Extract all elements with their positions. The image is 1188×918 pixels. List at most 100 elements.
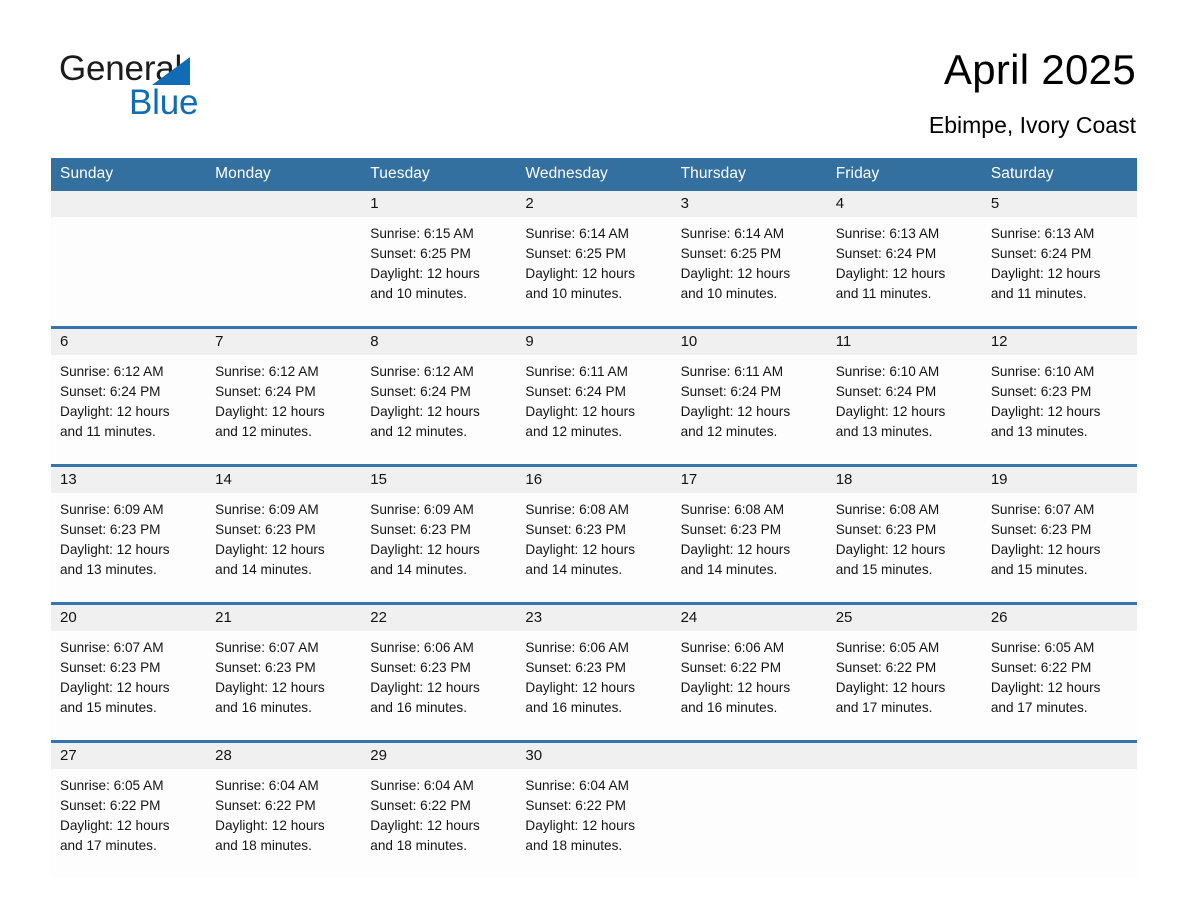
day-number-band: 18 xyxy=(826,467,982,493)
calendar-day-cell[interactable]: 5 Sunrise: 6:13 AM Sunset: 6:24 PM Daylight… xyxy=(981,191,1137,328)
calendar-week-row: 27 Sunrise: 6:05 AM Sunset: 6:22 PM Dayligh… xyxy=(51,741,1137,878)
calendar-day-cell[interactable]: 10 Sunrise: 6:11 AM Sunset: 6:24 PM Dayligh… xyxy=(671,327,827,466)
day-number-band: 28 xyxy=(206,743,362,769)
sunrise-text: Sunrise: 6:04 AM xyxy=(525,778,629,793)
sunrise-text: Sunrise: 6:04 AM xyxy=(370,778,474,793)
day-details: Sunrise: 6:06 AM Sunset: 6:22 PM Daylight:… xyxy=(672,631,827,718)
sunrise-text: Sunrise: 6:05 AM xyxy=(990,640,1095,655)
calendar-day-cell[interactable]: 16 Sunrise: 6:08 AM Sunset: 6:23 PM Dayligh… xyxy=(516,465,672,604)
sunset-text: Sunset: 6:24 PM xyxy=(990,246,1092,261)
calendar-day-cell[interactable]: 6 Sunrise: 6:12 AM Sunset: 6:24 PM Daylight… xyxy=(51,327,207,466)
calendar-day-cell[interactable]: 2 Sunrise: 6:14 AM Sunset: 6:25 PM Daylight… xyxy=(516,191,672,328)
sunrise-text: Sunrise: 6:06 AM xyxy=(370,640,474,655)
sunset-text: Sunset: 6:23 PM xyxy=(370,660,471,675)
calendar-day-cell[interactable]: 25 Sunrise: 6:05 AM Sunset: 6:22 PM Dayligh… xyxy=(826,603,982,742)
calendar-day-cell[interactable]: 13 Sunrise: 6:09 AM Sunset: 6:23 PM Dayligh… xyxy=(51,465,207,604)
sunrise-text: Sunrise: 6:05 AM xyxy=(835,640,940,655)
weekday-header-tuesday: Tuesday xyxy=(361,158,517,191)
day-number-band: 4 xyxy=(826,191,982,217)
day-number: 26 xyxy=(990,609,1008,626)
day-details: Sunrise: 6:12 AM Sunset: 6:24 PM Daylight:… xyxy=(361,355,516,442)
calendar-day-cell[interactable]: 12 Sunrise: 6:10 AM Sunset: 6:23 PM Dayligh… xyxy=(981,327,1137,466)
calendar-day-cell[interactable]: 19 Sunrise: 6:07 AM Sunset: 6:23 PM Dayligh… xyxy=(981,465,1137,604)
calendar-day-cell[interactable]: 21 Sunrise: 6:07 AM Sunset: 6:23 PM Dayligh… xyxy=(206,603,362,742)
daylight-text-line2: and 16 minutes. xyxy=(370,700,468,715)
sunrise-text: Sunrise: 6:12 AM xyxy=(215,364,319,379)
sunset-text: Sunset: 6:22 PM xyxy=(370,798,471,813)
daylight-text-line2: and 14 minutes. xyxy=(680,562,778,577)
calendar-day-cell[interactable]: 29 Sunrise: 6:04 AM Sunset: 6:22 PM Dayligh… xyxy=(361,741,517,878)
daylight-text-line1: Daylight: 12 hours xyxy=(60,404,170,419)
calendar-day-cell[interactable]: 26 Sunrise: 6:05 AM Sunset: 6:22 PM Dayligh… xyxy=(981,603,1137,742)
day-number-band: 24 xyxy=(671,605,827,631)
day-number-band: 21 xyxy=(206,605,362,631)
calendar-day-cell[interactable]: 14 Sunrise: 6:09 AM Sunset: 6:23 PM Dayligh… xyxy=(206,465,362,604)
daylight-text-line2: and 17 minutes. xyxy=(60,838,157,853)
daylight-text-line2: and 17 minutes. xyxy=(835,700,933,715)
calendar-day-cell[interactable]: 24 Sunrise: 6:06 AM Sunset: 6:22 PM Dayligh… xyxy=(671,603,827,742)
calendar-day-cell[interactable]: 23 Sunrise: 6:06 AM Sunset: 6:23 PM Dayligh… xyxy=(516,603,672,742)
sunrise-text: Sunrise: 6:14 AM xyxy=(680,226,785,241)
day-number: 29 xyxy=(370,747,387,764)
sunset-text: Sunset: 6:22 PM xyxy=(215,798,316,813)
day-details: Sunrise: 6:06 AM Sunset: 6:23 PM Daylight:… xyxy=(516,631,671,718)
calendar-day-cell[interactable]: 22 Sunrise: 6:06 AM Sunset: 6:23 PM Dayligh… xyxy=(361,603,517,742)
daylight-text-line1: Daylight: 12 hours xyxy=(525,542,635,557)
daylight-text-line1: Daylight: 12 hours xyxy=(835,266,946,281)
day-number: 21 xyxy=(215,609,232,626)
sunrise-text: Sunrise: 6:09 AM xyxy=(60,502,164,517)
daylight-text-line2: and 18 minutes. xyxy=(525,838,623,853)
sunrise-text: Sunrise: 6:12 AM xyxy=(370,364,474,379)
daylight-text-line2: and 16 minutes. xyxy=(215,700,312,715)
day-number-band: 26 xyxy=(981,605,1137,631)
day-number: 15 xyxy=(370,471,387,488)
calendar-day-cell[interactable]: 17 Sunrise: 6:08 AM Sunset: 6:23 PM Dayligh… xyxy=(671,465,827,604)
day-number-band: 8 xyxy=(361,329,517,355)
day-details: Sunrise: 6:05 AM Sunset: 6:22 PM Daylight:… xyxy=(982,631,1137,718)
calendar-day-cell[interactable]: 20 Sunrise: 6:07 AM Sunset: 6:23 PM Dayligh… xyxy=(51,603,207,742)
calendar-day-cell[interactable]: 1 Sunrise: 6:15 AM Sunset: 6:25 PM Daylight… xyxy=(361,191,517,328)
daylight-text-line2: and 10 minutes. xyxy=(525,286,623,301)
day-number-band: 2 xyxy=(516,191,672,217)
day-details: Sunrise: 6:08 AM Sunset: 6:23 PM Daylight:… xyxy=(672,493,827,580)
calendar-day-cell[interactable]: 28 Sunrise: 6:04 AM Sunset: 6:22 PM Dayligh… xyxy=(206,741,362,878)
calendar-day-cell[interactable]: 7 Sunrise: 6:12 AM Sunset: 6:24 PM Daylight… xyxy=(206,327,362,466)
day-number-band: 27 xyxy=(51,743,207,769)
day-number-band: 10 xyxy=(671,329,827,355)
day-number-band: 20 xyxy=(51,605,207,631)
sunrise-text: Sunrise: 6:08 AM xyxy=(525,502,629,517)
daylight-text-line1: Daylight: 12 hours xyxy=(60,818,170,833)
day-number: 8 xyxy=(370,333,379,350)
day-number-band: 30 xyxy=(516,743,672,769)
calendar-day-cell[interactable]: 3 Sunrise: 6:14 AM Sunset: 6:25 PM Daylight… xyxy=(671,191,827,328)
day-details: Sunrise: 6:08 AM Sunset: 6:23 PM Daylight:… xyxy=(516,493,671,580)
weekday-header-sunday: Sunday xyxy=(51,158,207,191)
day-number: 1 xyxy=(370,195,379,212)
day-details: Sunrise: 6:10 AM Sunset: 6:23 PM Daylight:… xyxy=(982,355,1137,442)
calendar-day-cell[interactable]: 9 Sunrise: 6:11 AM Sunset: 6:24 PM Daylight… xyxy=(516,327,672,466)
daylight-text-line1: Daylight: 12 hours xyxy=(680,404,791,419)
day-number-band: 23 xyxy=(516,605,672,631)
day-number: 28 xyxy=(215,747,232,764)
daylight-text-line1: Daylight: 12 hours xyxy=(835,680,946,695)
daylight-text-line1: Daylight: 12 hours xyxy=(215,404,325,419)
daylight-text-line2: and 17 minutes. xyxy=(990,700,1088,715)
day-details: Sunrise: 6:07 AM Sunset: 6:23 PM Daylight:… xyxy=(51,631,206,718)
day-number-band xyxy=(826,743,982,769)
calendar-day-cell[interactable]: 27 Sunrise: 6:05 AM Sunset: 6:22 PM Dayligh… xyxy=(51,741,207,878)
calendar-day-cell[interactable]: 15 Sunrise: 6:09 AM Sunset: 6:23 PM Dayligh… xyxy=(361,465,517,604)
daylight-text-line1: Daylight: 12 hours xyxy=(525,818,635,833)
calendar-day-cell[interactable]: 8 Sunrise: 6:12 AM Sunset: 6:24 PM Daylight… xyxy=(361,327,517,466)
day-number-band: 15 xyxy=(361,467,517,493)
calendar-day-cell[interactable]: 30 Sunrise: 6:04 AM Sunset: 6:22 PM Dayligh… xyxy=(516,741,672,878)
daylight-text-line2: and 16 minutes. xyxy=(525,700,623,715)
daylight-text-line1: Daylight: 12 hours xyxy=(60,680,170,695)
calendar-day-cell[interactable]: 4 Sunrise: 6:13 AM Sunset: 6:24 PM Daylight… xyxy=(826,191,982,328)
calendar-day-cell[interactable]: 18 Sunrise: 6:08 AM Sunset: 6:23 PM Dayligh… xyxy=(826,465,982,604)
day-number: 23 xyxy=(525,609,543,626)
daylight-text-line2: and 10 minutes. xyxy=(680,286,778,301)
daylight-text-line1: Daylight: 12 hours xyxy=(60,542,170,557)
day-details: Sunrise: 6:09 AM Sunset: 6:23 PM Daylight:… xyxy=(361,493,516,580)
day-number-band: 13 xyxy=(51,467,207,493)
calendar-day-cell[interactable]: 11 Sunrise: 6:10 AM Sunset: 6:24 PM Dayligh… xyxy=(826,327,982,466)
